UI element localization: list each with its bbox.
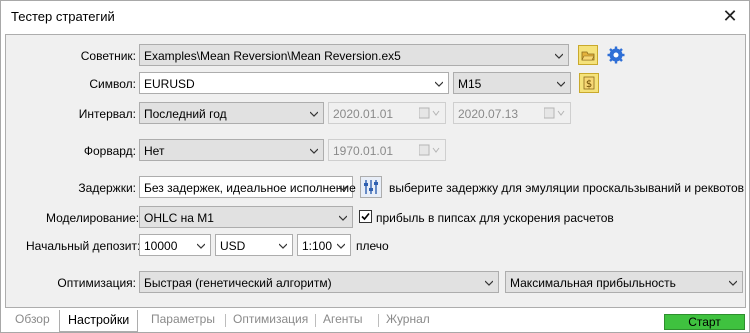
pips-checkbox-label: прибыль в пипсах для ускорения расчетов [376, 211, 614, 225]
title-bar: Тестер стратегий ✕ [1, 1, 749, 33]
chevron-down-icon [310, 111, 318, 117]
strategy-tester-window: Тестер стратегий ✕ Советник: Examples\Me… [0, 0, 750, 333]
interval-select[interactable]: Последний год [139, 102, 324, 124]
deposit-currency[interactable]: USD [215, 234, 293, 256]
tab-overview[interactable]: Обзор [15, 312, 50, 326]
calendar-icon [418, 107, 441, 119]
deposit-amount[interactable]: 10000 [139, 234, 211, 256]
forward-select[interactable]: Нет [139, 139, 324, 161]
tab-separator [225, 314, 226, 327]
symbol-label: Символ: [89, 77, 136, 91]
delays-label: Задержки: [78, 181, 136, 195]
forward-value: Нет [144, 144, 165, 158]
interval-to-value: 2020.07.13 [458, 107, 519, 121]
open-folder-icon[interactable] [578, 45, 598, 65]
interval-value: Последний год [144, 107, 227, 121]
interval-from-date[interactable]: 2020.01.01 [328, 102, 446, 124]
chevron-down-icon [435, 81, 443, 87]
tab-settings[interactable]: Настройки [59, 310, 139, 332]
interval-from-value: 2020.01.01 [333, 107, 394, 121]
leverage-label: плечо [356, 239, 389, 253]
delays-select[interactable]: Без задержек, идеальное исполнение [139, 176, 356, 198]
modeling-select[interactable]: OHLC на M1 [139, 206, 353, 228]
optimization-value: Быстрая (генетический алгоритм) [144, 276, 332, 290]
expert-label: Советник: [80, 49, 136, 63]
forward-label: Форвард: [83, 144, 136, 158]
tab-parameters[interactable]: Параметры [151, 312, 215, 326]
calendar-icon [543, 107, 566, 119]
forward-date-value: 1970.01.01 [333, 144, 394, 158]
chevron-down-icon [279, 243, 287, 249]
forward-date[interactable]: 1970.01.01 [328, 139, 446, 161]
modeling-label: Моделирование: [46, 211, 140, 225]
deposit-currency-value: USD [220, 239, 246, 253]
optimization-label: Оптимизация: [57, 276, 136, 290]
chevron-down-icon [729, 280, 737, 286]
gear-icon[interactable] [606, 45, 626, 65]
optimization-criterion-value: Максимальная прибыльность [510, 276, 676, 290]
tab-bar: Обзор Настройки Параметры Оптимизация Аг… [5, 310, 746, 332]
leverage-select[interactable]: 1:100 [297, 234, 351, 256]
sliders-icon[interactable] [360, 176, 382, 198]
delays-hint: выберите задержку для эмуляции проскальз… [389, 181, 745, 195]
calendar-icon [418, 144, 441, 156]
interval-to-date[interactable]: 2020.07.13 [453, 102, 571, 124]
delays-value: Без задержек, идеальное исполнение [144, 181, 356, 195]
chevron-down-icon [485, 280, 493, 286]
pips-checkbox[interactable] [359, 210, 372, 223]
timeframe-select[interactable]: M15 [453, 72, 571, 94]
deposit-label: Начальный депозит: [26, 239, 141, 253]
timeframe-value: M15 [458, 77, 482, 91]
leverage-value: 1:100 [302, 239, 333, 253]
chevron-down-icon [339, 215, 347, 221]
tab-separator [378, 314, 379, 327]
chevron-down-icon [339, 185, 347, 191]
chevron-down-icon [555, 53, 563, 59]
settings-panel: Советник: Examples\Mean Reversion\Mean R… [5, 34, 746, 308]
symbol-select[interactable]: EURUSD [139, 72, 449, 94]
svg-text:$: $ [586, 79, 592, 90]
optimization-criterion-select[interactable]: Максимальная прибыльность [505, 271, 743, 293]
chevron-down-icon [337, 243, 345, 249]
interval-label: Интервал: [78, 107, 136, 121]
window-title: Тестер стратегий [11, 9, 115, 24]
start-button[interactable]: Старт [664, 314, 745, 330]
optimization-select[interactable]: Быстрая (генетический алгоритм) [139, 271, 499, 293]
expert-select[interactable]: Examples\Mean Reversion\Mean Reversion.e… [139, 44, 569, 66]
tab-separator [315, 314, 316, 327]
tab-optimization[interactable]: Оптимизация [233, 312, 308, 326]
close-icon[interactable]: ✕ [721, 7, 739, 25]
symbol-value: EURUSD [144, 77, 195, 91]
chevron-down-icon [197, 243, 205, 249]
modeling-value: OHLC на M1 [144, 211, 214, 225]
tab-journal[interactable]: Журнал [386, 312, 430, 326]
expert-value: Examples\Mean Reversion\Mean Reversion.e… [144, 49, 401, 63]
chevron-down-icon [310, 148, 318, 154]
chevron-down-icon [557, 81, 565, 87]
deposit-amount-value: 10000 [144, 239, 178, 253]
dollar-icon[interactable]: $ [579, 73, 599, 93]
tab-agents[interactable]: Агенты [323, 312, 363, 326]
